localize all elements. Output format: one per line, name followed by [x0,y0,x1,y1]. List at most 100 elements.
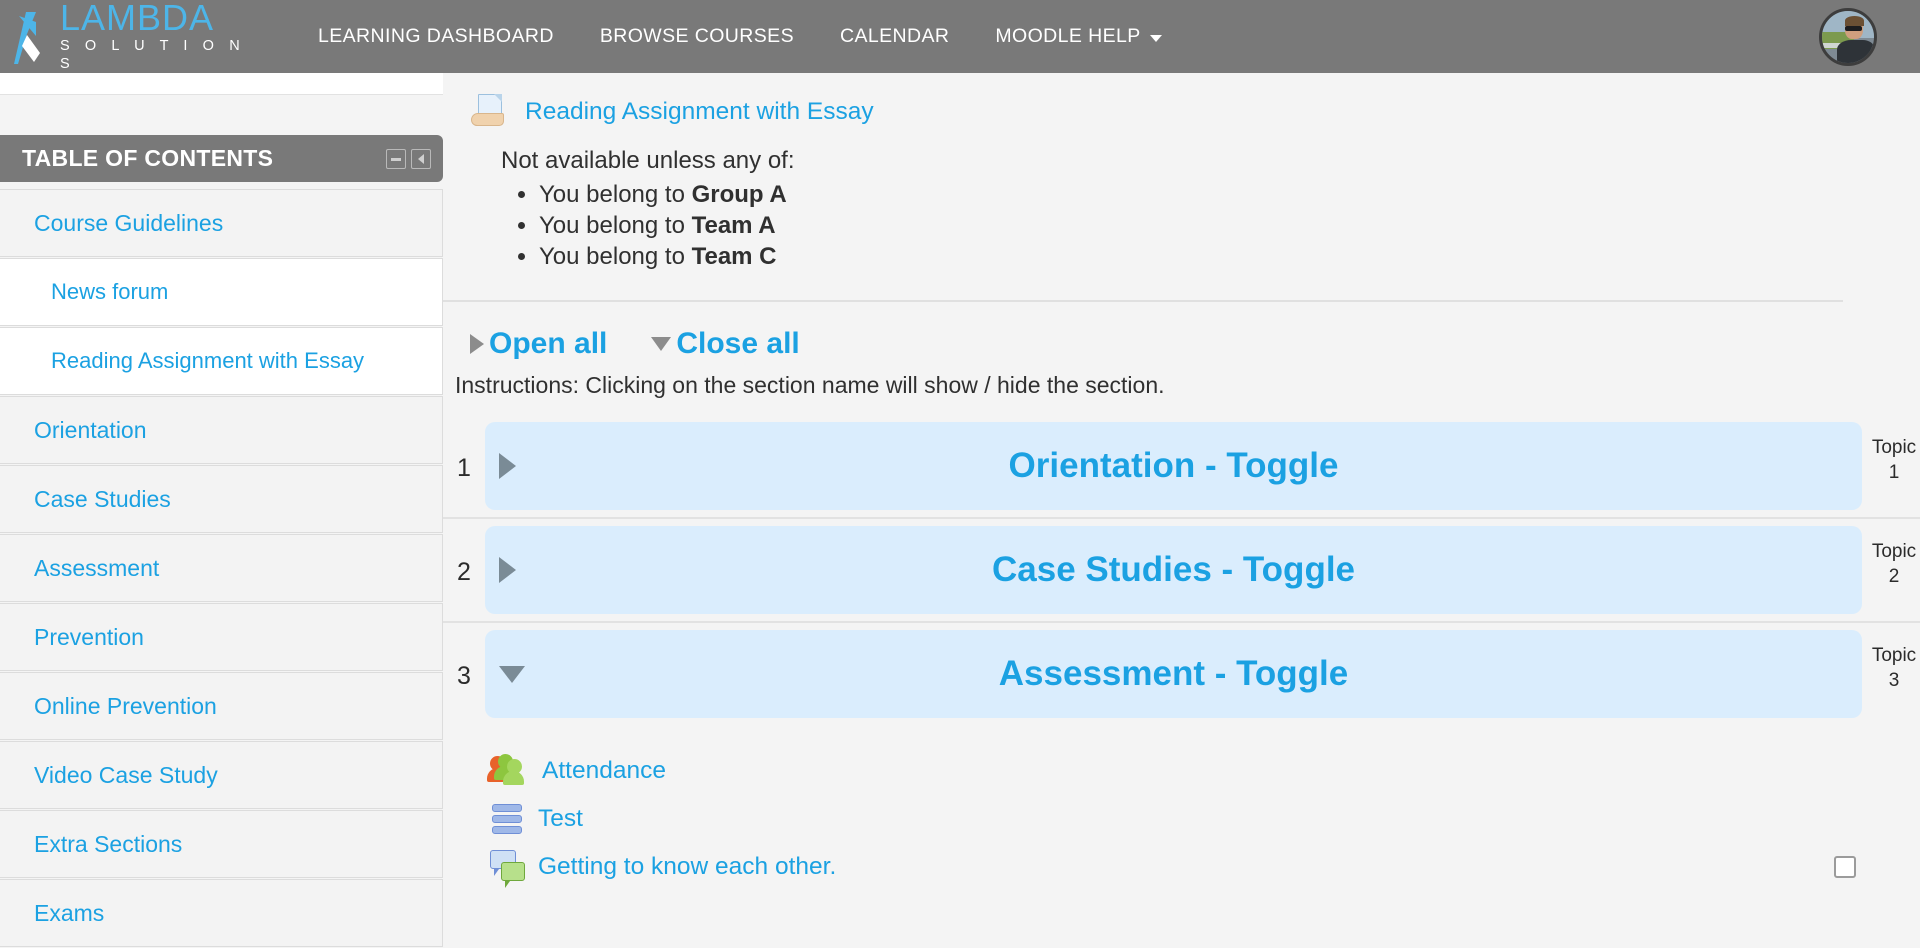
quiz-icon [490,802,524,836]
section-number: 1 [457,453,471,482]
section-number: 2 [457,557,471,586]
section-topic-label: Topic 3 [1862,623,1920,725]
toggle-controls: Open all Close all [470,327,1920,361]
sidebar-item-label: Online Prevention [34,692,217,719]
table-of-contents-list: Course Guidelines News forum Reading Ass… [0,189,443,948]
restriction-item: You belong to Group A [539,179,1920,210]
section-title: Orientation - Toggle [1008,446,1339,485]
section-title: Case Studies - Toggle [991,550,1356,589]
triangle-down-icon [651,337,672,351]
open-all-button[interactable]: Open all [470,327,607,361]
close-all-button[interactable]: Close all [651,327,800,361]
sidebar-item-orientation[interactable]: Orientation [0,396,443,464]
restriction-list: You belong to Group A You belong to Team… [539,179,1920,272]
sidebar-item-exams[interactable]: Exams [0,879,443,947]
triangle-right-icon [470,334,484,354]
sidebar: TABLE OF CONTENTS Course Guidelines News… [0,73,443,947]
nav-link-label: LEARNING DASHBOARD [318,25,554,47]
section-topic-label: Topic 1 [1862,415,1920,517]
sidebar-item-video-case-study[interactable]: Video Case Study [0,741,443,809]
activity-list: Attendance Test Getting to know each oth… [443,747,1920,891]
topic-word: Topic [1871,645,1917,666]
section-toggle-orientation[interactable]: Orientation - Toggle [485,422,1862,510]
assignment-name: Reading Assignment with Essay [525,98,874,125]
sidebar-item-label: Prevention [34,623,144,650]
sidebar-item-prevention[interactable]: Prevention [0,603,443,671]
toc-action-group [386,148,431,169]
assignment-link-row[interactable]: Reading Assignment with Essay [469,91,1920,133]
section-number: 3 [457,661,471,690]
sidebar-item-case-studies[interactable]: Case Studies [0,465,443,533]
sidebar-item-label: Course Guidelines [34,209,224,236]
triangle-right-icon [499,453,516,479]
table-of-contents-header: TABLE OF CONTENTS [0,135,443,182]
nav-links: LEARNING DASHBOARD BROWSE COURSES CALEND… [318,25,1208,48]
page-title: TABLE OF CONTENTS [22,145,274,171]
completion-checkbox[interactable] [1834,856,1856,878]
section-topic-label: Topic 2 [1862,519,1920,621]
topic-word: Topic [1871,541,1917,562]
sidebar-item-label: News forum [51,279,169,304]
activity-name: Test [538,805,583,832]
sidebar-item-online-prevention[interactable]: Online Prevention [0,672,443,740]
restriction-prefix: You belong to [539,243,692,270]
sidebar-item-label: Reading Assignment with Essay [51,348,365,373]
sidebar-item-label: Assessment [34,554,160,581]
section-divider [443,300,1843,302]
section-toggle-assessment[interactable]: Assessment - Toggle [485,630,1862,718]
activity-row-attendance[interactable]: Attendance [443,747,1920,795]
main-content: Reading Assignment with Essay Not availa… [443,73,1920,942]
nav-link-label: MOODLE HELP [995,25,1141,47]
sidebar-item-news-forum[interactable]: News forum [0,258,443,326]
open-all-label: Open all [489,327,608,360]
nav-link-label: CALENDAR [839,25,950,47]
assignment-icon [469,91,511,133]
activity-name: Attendance [542,757,666,784]
attendance-people-icon [487,754,530,788]
restriction-group: Team A [691,212,776,239]
brand-logo-group[interactable]: LAMBDA S O L U T I O N S [0,0,270,73]
section-title: Assessment - Toggle [998,654,1349,693]
section-toggle-list: 1 Orientation - Toggle Topic 1 2 Case St… [443,415,1920,725]
avatar[interactable] [1819,8,1877,66]
triangle-down-icon [499,665,525,683]
toggle-instructions: Instructions: Clicking on the section na… [455,372,1165,398]
section-row: 2 Case Studies - Toggle Topic 2 [443,517,1920,621]
nav-link-moodle-help[interactable]: MOODLE HELP [995,25,1162,48]
activity-name: Getting to know each other. [538,853,837,880]
restriction-heading: Not available unless any of: [501,147,795,174]
activity-row-getting-to-know-each-other[interactable]: Getting to know each other. [443,843,1920,891]
nav-link-calendar[interactable]: CALENDAR [840,25,949,48]
topic-number: 2 [1888,566,1900,587]
chevron-down-icon [1149,35,1162,42]
topic-number: 1 [1888,462,1900,483]
top-navigation-bar: LAMBDA S O L U T I O N S LEARNING DASHBO… [0,0,1920,73]
sidebar-item-reading-assignment-with-essay[interactable]: Reading Assignment with Essay [0,327,443,395]
sidebar-item-assessment[interactable]: Assessment [0,534,443,602]
sidebar-item-course-guidelines[interactable]: Course Guidelines [0,189,443,257]
section-toggle-case-studies[interactable]: Case Studies - Toggle [485,526,1862,614]
brand-name: LAMBDA [60,0,215,38]
nav-link-browse-courses[interactable]: BROWSE COURSES [600,25,794,48]
sidebar-item-label: Exams [34,899,105,926]
restriction-item: You belong to Team A [539,210,1920,241]
activity-row-test[interactable]: Test [443,795,1920,843]
forum-icon [490,850,526,888]
close-all-label: Close all [676,327,800,360]
restriction-prefix: You belong to [539,212,692,239]
topic-number: 3 [1888,670,1900,691]
sidebar-item-label: Extra Sections [34,830,183,857]
restriction-prefix: You belong to [539,181,692,208]
sidebar-item-extra-sections[interactable]: Extra Sections [0,810,443,878]
section-row: 3 Assessment - Toggle Topic 3 [443,621,1920,725]
availability-restriction: Not available unless any of: You belong … [501,147,1920,272]
brand-subtitle: S O L U T I O N S [60,37,246,72]
minimize-icon[interactable] [386,148,406,169]
collapse-left-icon[interactable] [411,148,431,169]
topic-word: Topic [1871,437,1917,458]
nav-link-label: BROWSE COURSES [599,25,794,47]
restriction-group: Team C [691,243,777,270]
sidebar-item-label: Orientation [34,416,147,443]
lambda-arrow-logo-icon [0,6,58,68]
nav-link-learning-dashboard[interactable]: LEARNING DASHBOARD [318,25,554,48]
